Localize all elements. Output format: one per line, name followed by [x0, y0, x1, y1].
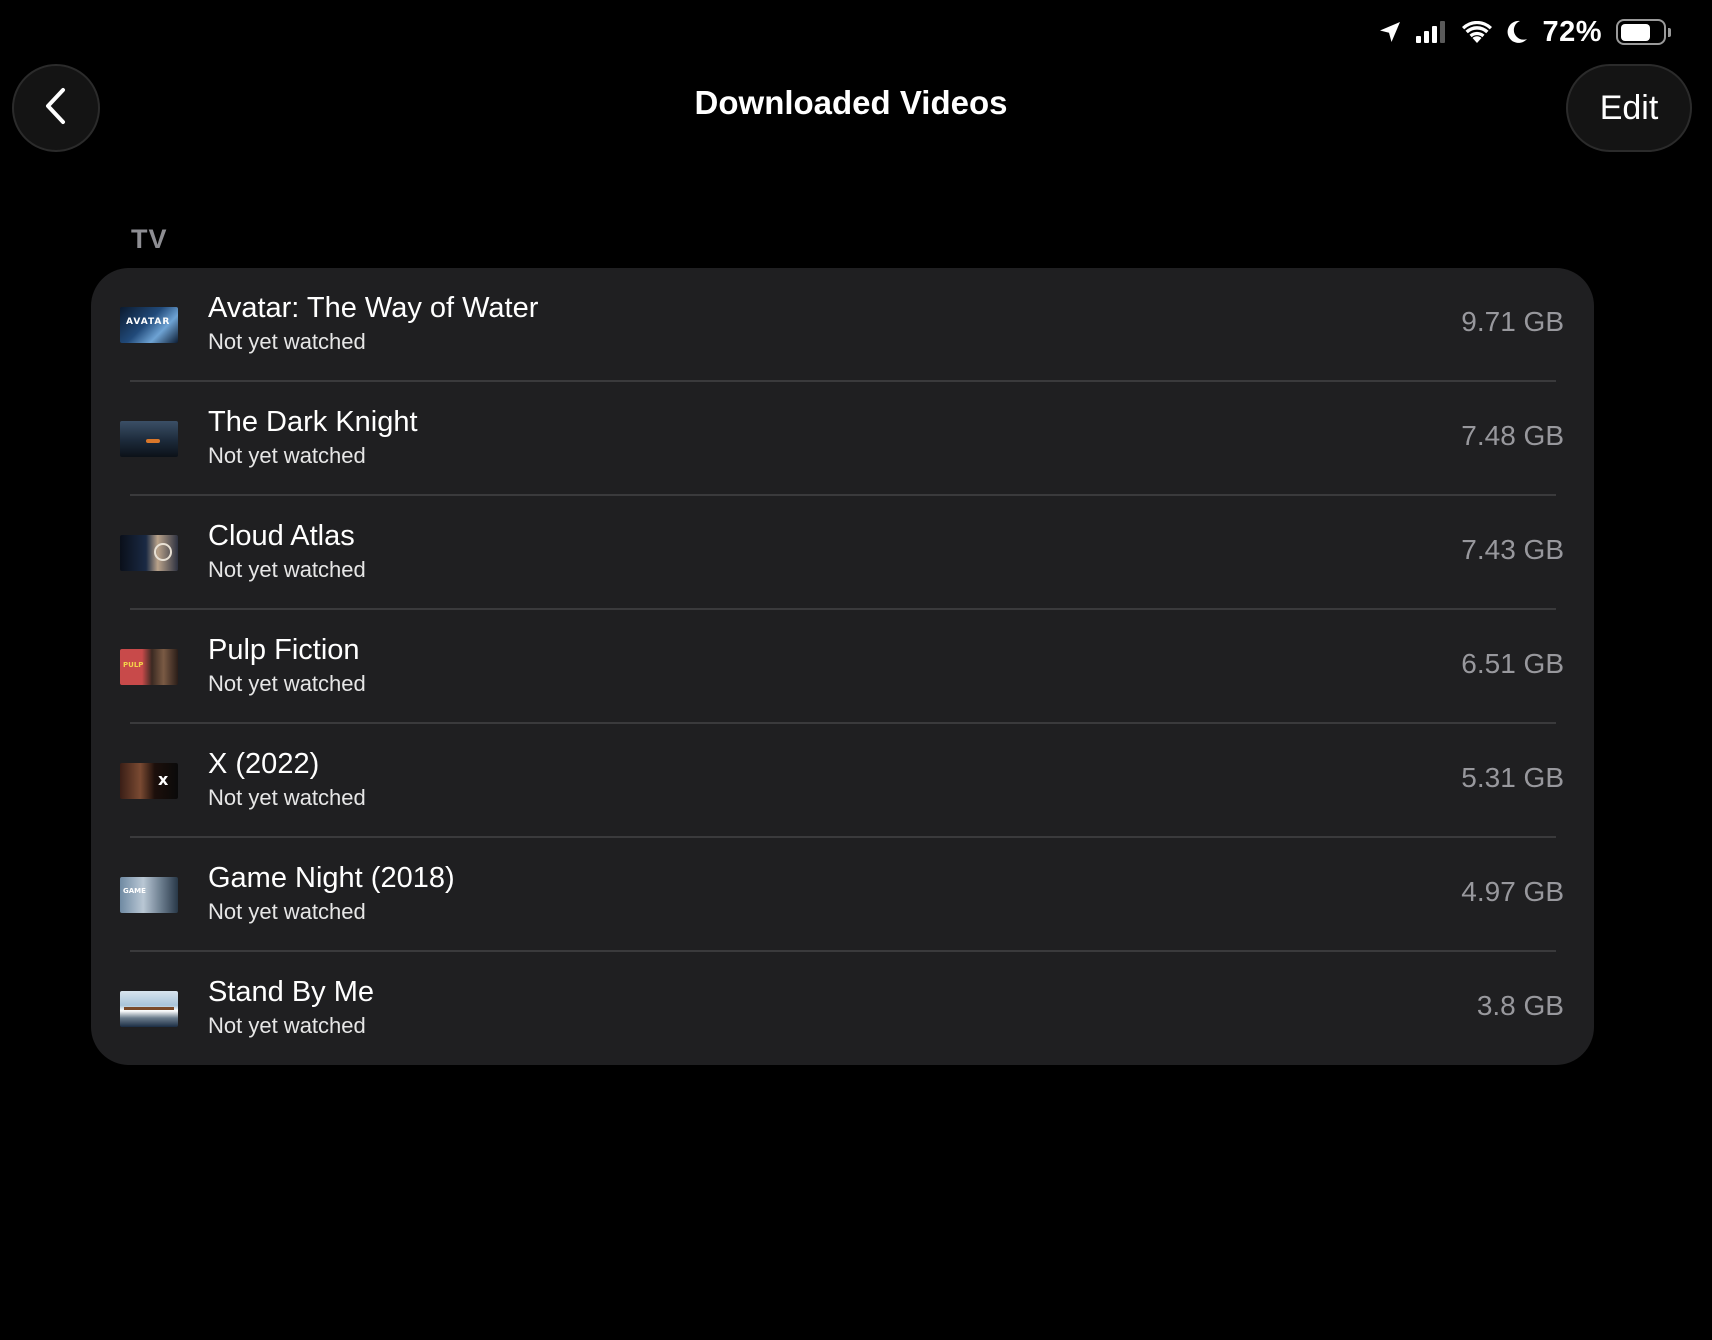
- video-row-game-night[interactable]: GAME Game Night (2018) Not yet watched 4…: [91, 838, 1594, 952]
- video-size: 7.48 GB: [1461, 420, 1564, 451]
- downloaded-videos-list: AVATAR Avatar: The Way of Water Not yet …: [91, 268, 1594, 1065]
- video-title: Cloud Atlas: [208, 520, 355, 552]
- video-status: Not yet watched: [208, 1013, 366, 1038]
- video-text: X (2022) Not yet watched: [208, 746, 366, 812]
- cloud-atlas-thumbnail: [120, 535, 178, 571]
- video-row-avatar[interactable]: AVATAR Avatar: The Way of Water Not yet …: [91, 268, 1594, 382]
- video-row-dark-knight[interactable]: The Dark Knight Not yet watched 7.48 GB: [91, 382, 1594, 496]
- section-header-tv: TV: [131, 224, 168, 254]
- downloaded-videos-screen: 72% Downloaded Videos Edit TV AVATAR Ava…: [0, 0, 1712, 1340]
- video-text: Pulp Fiction Not yet watched: [208, 632, 366, 698]
- video-row-pulp-fiction[interactable]: PULP Pulp Fiction Not yet watched 6.51 G…: [91, 610, 1594, 724]
- video-size: 3.8 GB: [1476, 990, 1564, 1021]
- battery-icon: [1616, 19, 1671, 45]
- dark-knight-thumbnail: [120, 421, 178, 457]
- video-status: Not yet watched: [208, 899, 366, 924]
- do-not-disturb-moon-icon: [1506, 20, 1528, 44]
- video-row-stand-by-me[interactable]: Stand By Me Not yet watched 3.8 GB: [91, 952, 1594, 1065]
- avatar-thumbnail-mark: AVATAR: [126, 317, 171, 327]
- avatar-thumbnail: AVATAR: [120, 307, 178, 343]
- video-title: Pulp Fiction: [208, 634, 360, 666]
- game-night-thumbnail: GAME: [120, 877, 178, 913]
- video-text: Stand By Me Not yet watched: [208, 974, 374, 1040]
- battery-level-fill: [1620, 23, 1651, 41]
- stand-by-me-thumbnail-track: [124, 1007, 174, 1010]
- wifi-icon: [1462, 21, 1493, 43]
- pulp-fiction-thumbnail: PULP: [120, 649, 178, 685]
- video-status: Not yet watched: [208, 557, 366, 582]
- status-bar: 72%: [1378, 14, 1671, 50]
- dark-knight-thumbnail-flame: [146, 439, 160, 443]
- video-status: Not yet watched: [208, 671, 366, 696]
- video-row-x-2022[interactable]: x X (2022) Not yet watched 5.31 GB: [91, 724, 1594, 838]
- cloud-atlas-thumbnail-ring: [154, 543, 172, 561]
- game-night-thumbnail-mark: GAME: [123, 887, 146, 895]
- video-row-cloud-atlas[interactable]: Cloud Atlas Not yet watched 7.43 GB: [91, 496, 1594, 610]
- video-size: 5.31 GB: [1461, 762, 1564, 793]
- pulp-fiction-thumbnail-mark: PULP: [123, 661, 144, 669]
- video-status: Not yet watched: [208, 785, 366, 810]
- video-size: 6.51 GB: [1461, 648, 1564, 679]
- location-arrow-icon: [1378, 20, 1402, 44]
- video-text: Game Night (2018) Not yet watched: [208, 860, 455, 926]
- battery-percentage: 72%: [1542, 15, 1602, 48]
- video-title: The Dark Knight: [208, 406, 418, 438]
- video-status: Not yet watched: [208, 329, 366, 354]
- page-title: Downloaded Videos: [694, 84, 1008, 121]
- battery-cap: [1668, 28, 1671, 37]
- x-2022-thumbnail-mark: x: [158, 770, 169, 789]
- video-size: 9.71 GB: [1461, 306, 1564, 337]
- video-text: The Dark Knight Not yet watched: [208, 404, 418, 470]
- video-text: Cloud Atlas Not yet watched: [208, 518, 366, 584]
- video-title: Game Night (2018): [208, 862, 455, 894]
- video-size: 7.43 GB: [1461, 534, 1564, 565]
- cellular-signal-icon: [1416, 21, 1448, 43]
- edit-button[interactable]: Edit: [1566, 64, 1692, 152]
- video-status: Not yet watched: [208, 443, 366, 468]
- video-size: 4.97 GB: [1461, 876, 1564, 907]
- x-2022-thumbnail: x: [120, 763, 178, 799]
- video-title: Avatar: The Way of Water: [208, 292, 539, 324]
- video-title: Stand By Me: [208, 976, 375, 1008]
- video-title: X (2022): [208, 748, 320, 780]
- stand-by-me-thumbnail: [120, 991, 178, 1027]
- video-text: Avatar: The Way of Water Not yet watched: [208, 290, 538, 356]
